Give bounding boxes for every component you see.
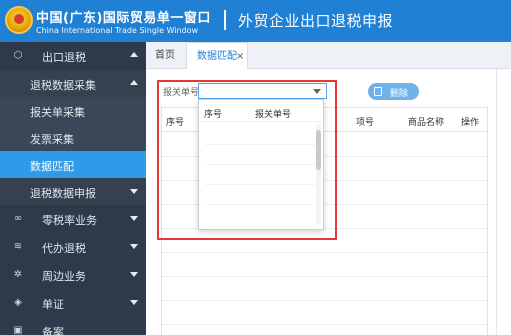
menu-filing[interactable]: ▣ 备案 — [0, 317, 146, 335]
grid-divider — [162, 252, 487, 253]
column-header-item-number: 项号 — [356, 118, 375, 128]
menu-export-tax-rebate[interactable]: ⬡ 出口退税 — [0, 42, 146, 70]
menu-agent-rebate[interactable]: ≋ 代办退税 — [0, 233, 146, 261]
chevron-down-icon — [130, 272, 138, 277]
stack-icon: ◈ — [14, 297, 22, 308]
tab-bar: 首页 数据匹配 × — [146, 42, 511, 69]
chevron-down-icon — [130, 300, 138, 305]
gear-icon: ✲ — [13, 269, 23, 280]
header-divider — [224, 10, 226, 30]
menu-rebate-data-collection[interactable]: 退税数据采集 — [0, 70, 146, 97]
tab-data-matching[interactable]: 数据匹配 × — [186, 42, 248, 69]
tab-home[interactable]: 首页 — [146, 42, 184, 69]
menu-zero-rate[interactable]: ∞ 零税率业务 — [0, 205, 146, 233]
content-divider — [496, 69, 497, 335]
sidebar-item-invoice-collection[interactable]: 发票采集 — [0, 124, 146, 151]
chevron-down-icon — [130, 244, 138, 249]
cube-icon: ⬡ — [13, 50, 23, 61]
menu-documents[interactable]: ◈ 单证 — [0, 289, 146, 317]
infinity-icon: ∞ — [13, 213, 23, 224]
close-icon[interactable]: × — [236, 43, 244, 70]
system-title: 外贸企业出口退税申报 — [238, 12, 394, 30]
sidebar-item-customs-collection[interactable]: 报关单采集 — [0, 97, 146, 124]
column-header-product-name: 商品名称 — [408, 118, 445, 128]
trash-icon — [374, 87, 382, 96]
chevron-down-icon — [130, 216, 138, 221]
menu-peripheral[interactable]: ✲ 周边业务 — [0, 261, 146, 289]
sidebar: ⬡ 出口退税 退税数据采集 报关单采集 发票采集 数据匹配 退税数据申报 ∞ 零… — [0, 42, 146, 335]
tab-label: 数据匹配 — [197, 51, 237, 62]
brand-title: 中国(广东)国际贸易单一窗口 — [36, 11, 211, 26]
annotation-highlight-box — [157, 80, 337, 240]
menu-rebate-declaration[interactable]: 退税数据申报 — [0, 178, 146, 205]
chevron-up-icon — [130, 52, 138, 57]
sidebar-item-data-matching[interactable]: 数据匹配 — [0, 151, 146, 178]
delete-button[interactable]: 删除 — [368, 83, 419, 100]
chevron-down-icon — [130, 189, 138, 194]
brand-subtitle: China International Trade Single Window — [36, 26, 199, 35]
folder-icon: ▣ — [13, 325, 23, 335]
chevron-up-icon — [130, 80, 138, 85]
grid-divider — [162, 276, 487, 277]
national-emblem-icon — [5, 6, 33, 34]
column-header-action: 操作 — [461, 118, 480, 128]
layers-icon: ≋ — [13, 241, 23, 252]
grid-divider — [162, 324, 487, 325]
grid-divider — [162, 300, 487, 301]
app-header: 中国(广东)国际贸易单一窗口 China International Trade… — [0, 0, 511, 42]
